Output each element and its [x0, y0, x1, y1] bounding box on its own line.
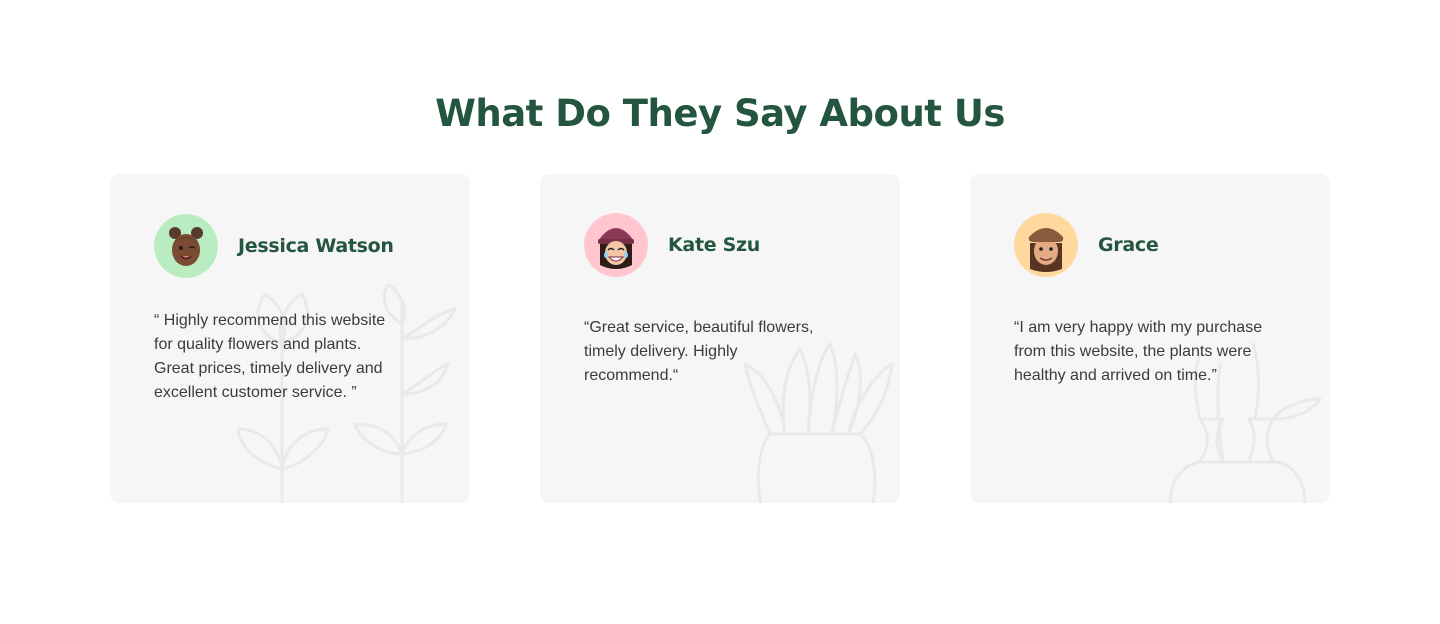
- memoji-avatar-icon: [1014, 213, 1078, 277]
- testimonial-card: Grace “I am very happy with my purchase …: [970, 174, 1330, 503]
- avatar: [154, 214, 218, 278]
- avatar: [584, 213, 648, 277]
- reviewer-name: Grace: [1098, 234, 1159, 256]
- testimonial-card: Kate Szu “Great service, beautiful flowe…: [540, 174, 900, 503]
- memoji-avatar-icon: [584, 213, 648, 277]
- reviewer-name: Jessica Watson: [238, 235, 394, 257]
- testimonial-quote: “I am very happy with my purchase from t…: [1014, 319, 1263, 384]
- testimonial-card: Jessica Watson “ Highly recommend this w…: [110, 174, 470, 503]
- testimonial-quote: “ Highly recommend this website for qual…: [154, 312, 386, 401]
- testimonial-quote: “Great service, beautiful flowers, timel…: [584, 319, 814, 384]
- section-title: What Do They Say About Us: [435, 92, 1005, 135]
- memoji-avatar-icon: [154, 214, 218, 278]
- reviewer-name: Kate Szu: [668, 234, 760, 256]
- avatar: [1014, 213, 1078, 277]
